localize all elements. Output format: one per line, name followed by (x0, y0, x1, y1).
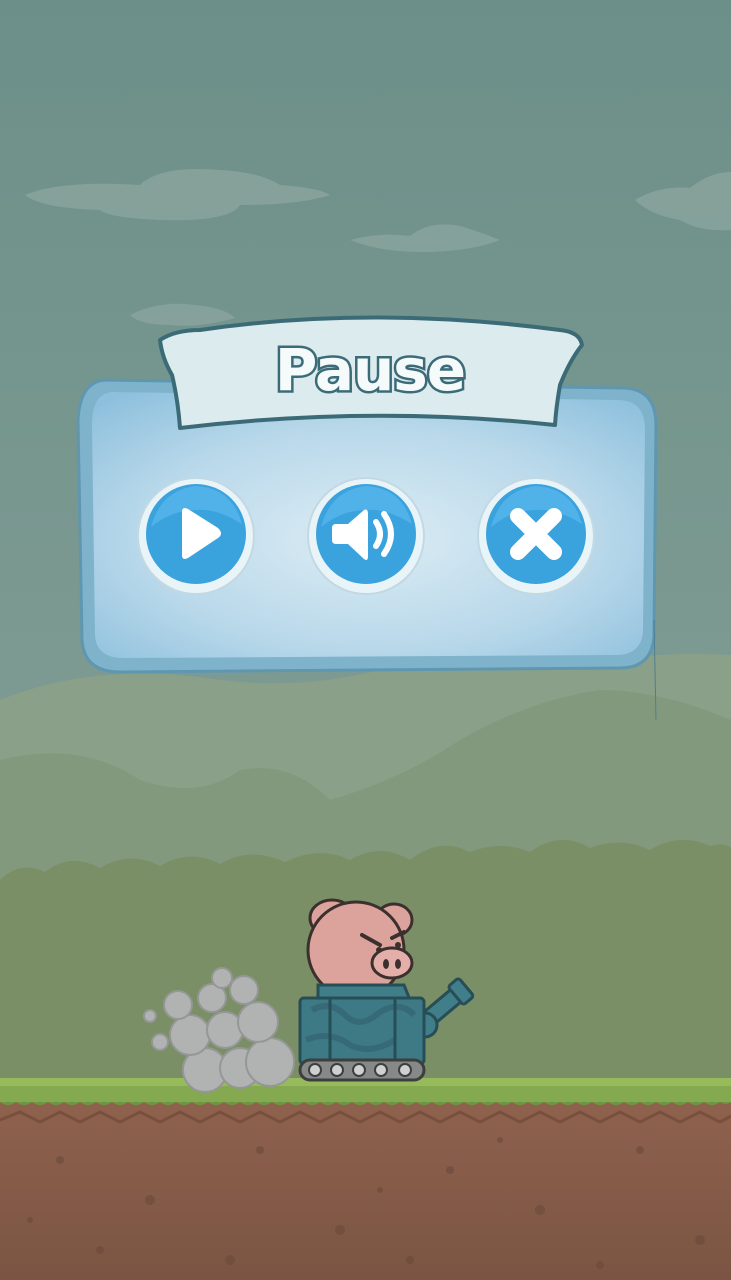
close-icon (477, 477, 595, 595)
game-background (0, 0, 731, 1280)
pause-title: Pause (272, 334, 468, 407)
speaker-icon (307, 477, 425, 595)
play-icon (137, 477, 255, 595)
resume-button[interactable] (136, 472, 256, 597)
quit-button[interactable] (476, 472, 596, 597)
sound-button[interactable] (306, 472, 426, 597)
